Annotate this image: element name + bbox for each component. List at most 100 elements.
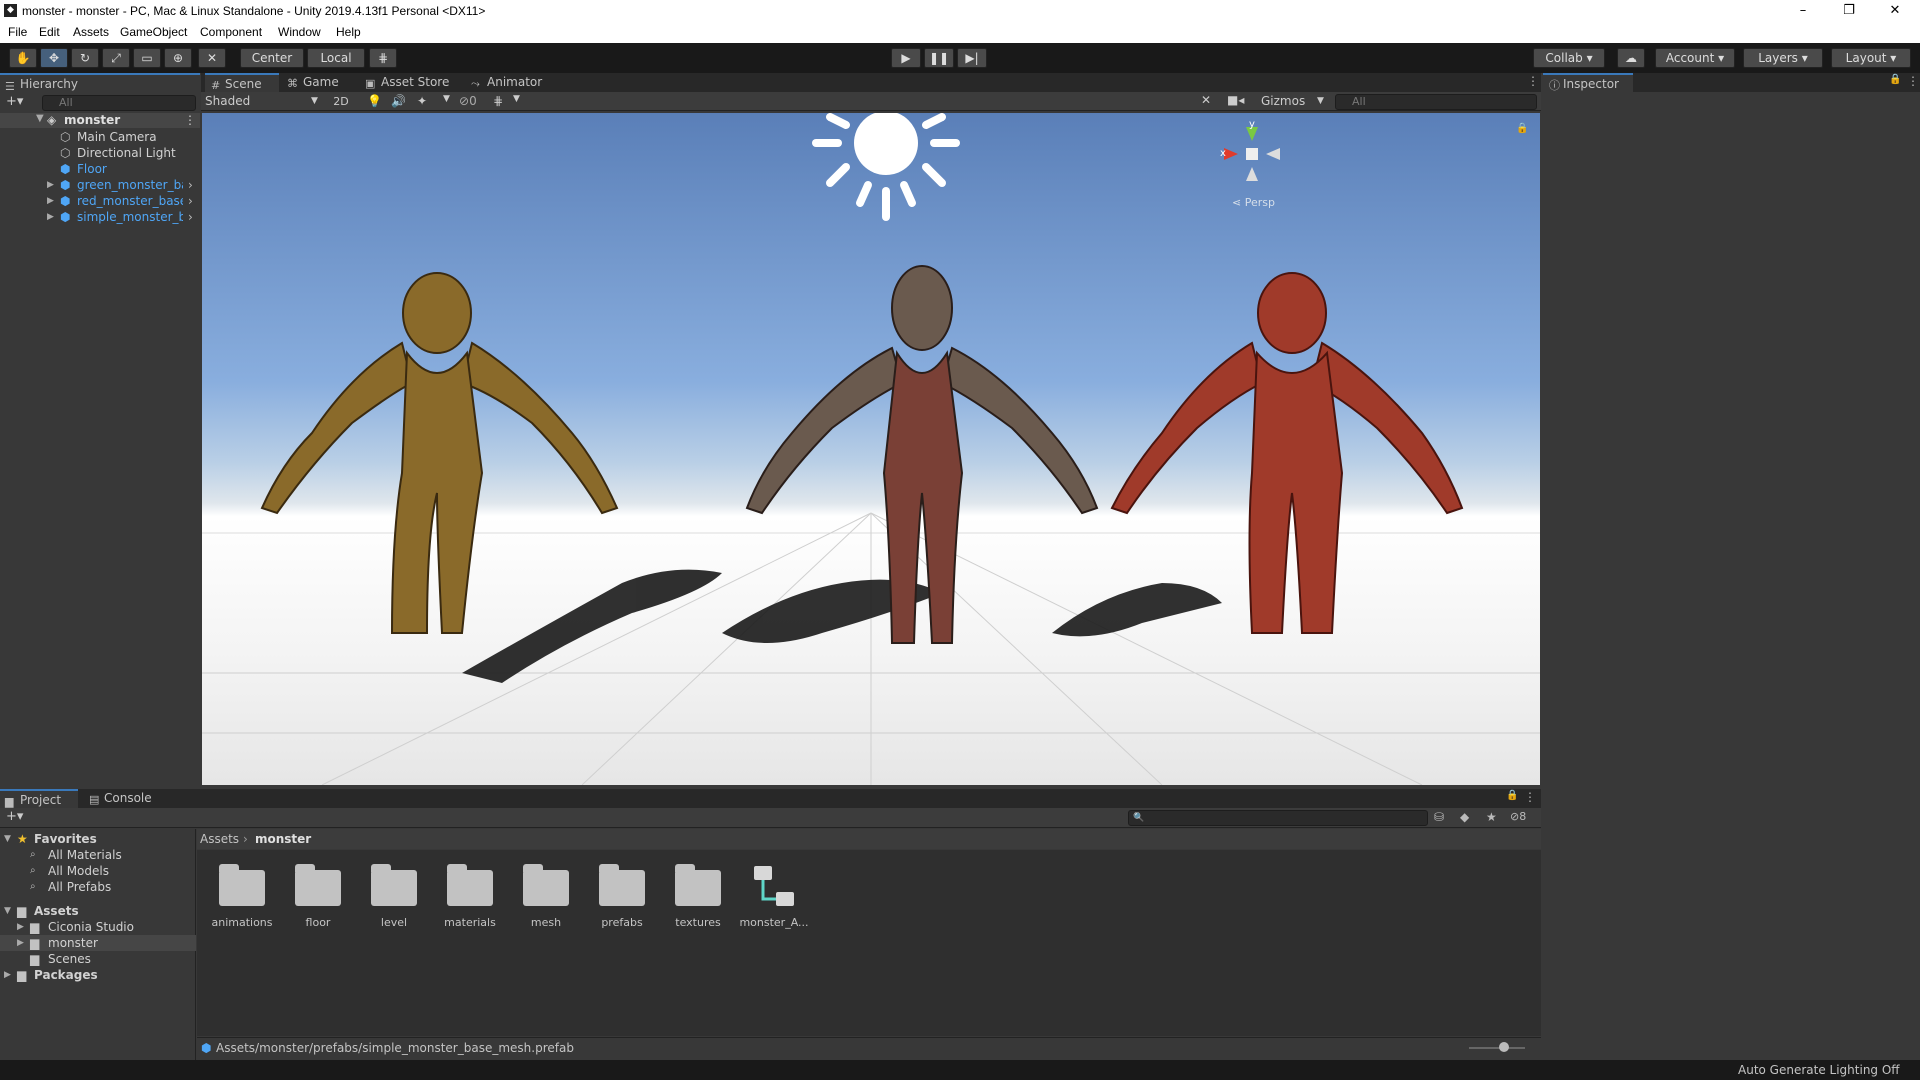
hierarchy-item[interactable]: ▶ ⬢ simple_monster_ba › (0, 209, 200, 225)
cloud-icon[interactable]: ☁ (1617, 48, 1645, 68)
tab-project[interactable]: ▆ Project (0, 789, 78, 808)
collab-dropdown[interactable]: Collab ▾ (1533, 48, 1605, 68)
tree-favorites[interactable]: ▼ ★ Favorites (0, 831, 196, 847)
pause-button[interactable]: ❚❚ (924, 48, 954, 68)
grid-snap-icon[interactable]: ⋕ (369, 48, 397, 68)
folder-prefabs[interactable]: prefabs (592, 860, 652, 929)
tab-inspector[interactable]: ⓘ Inspector (1543, 73, 1633, 92)
hidden-packages-icon[interactable]: ⊘8 (1510, 810, 1526, 823)
icon-size-slider[interactable] (1469, 1047, 1525, 1049)
tree-item[interactable]: ▆ Scenes (0, 951, 196, 967)
hidden-objects-icon[interactable]: ⊘0 (459, 94, 477, 108)
breadcrumb-assets[interactable]: Assets (200, 832, 239, 846)
minimize-button[interactable]: – (1780, 0, 1826, 22)
folder-level[interactable]: level (364, 860, 424, 929)
audio-toggle-icon[interactable]: 🔊 (391, 94, 406, 108)
menu-component[interactable]: Component (200, 25, 262, 39)
expand-arrow-icon[interactable]: ▶ (47, 177, 54, 193)
hierarchy-item[interactable]: ⬢ Floor (0, 161, 200, 177)
hierarchy-search-input[interactable]: All (42, 95, 196, 111)
lock-icon[interactable]: 🔒 (1889, 74, 1901, 85)
transform-tool-icon[interactable]: ⊕ (164, 48, 192, 68)
rotate-tool-icon[interactable]: ↻ (71, 48, 99, 68)
gizmos-dropdown[interactable]: Gizmos ▼ (1261, 93, 1327, 110)
folder-floor[interactable]: floor (288, 860, 348, 929)
scene-viewport[interactable]: x y ⋖ Persp 🔒 (202, 113, 1540, 785)
restore-button[interactable]: ❐ (1826, 0, 1872, 22)
shading-mode-dropdown[interactable]: Shaded ▼ (205, 93, 321, 110)
lock-icon[interactable]: 🔒 (1506, 790, 1518, 801)
2d-toggle-button[interactable]: 2D (327, 93, 355, 110)
hierarchy-item[interactable]: ⬡ Main Camera (0, 129, 200, 145)
asset-animator-controller[interactable]: monster_A... (739, 860, 809, 929)
menu-gameobject[interactable]: GameObject (120, 25, 187, 39)
step-button[interactable]: ▶| (957, 48, 987, 68)
chevron-right-icon[interactable]: › (188, 209, 193, 225)
tree-item[interactable]: ▶ ▆ Ciconia Studio (0, 919, 196, 935)
pivot-center-button[interactable]: Center (240, 48, 304, 68)
scene-row[interactable]: ▼ ◈ monster ⋮ (0, 113, 200, 128)
scene-search-input[interactable]: All (1335, 94, 1537, 110)
tab-console[interactable]: ▤ Console (84, 789, 164, 808)
tree-item-selected[interactable]: ▶ ▆ monster (0, 935, 196, 951)
tree-item[interactable]: ⌕ All Prefabs (0, 879, 196, 895)
chevron-down-icon[interactable]: ▼ (443, 94, 450, 104)
menu-help[interactable]: Help (336, 25, 361, 39)
project-search-input[interactable]: 🔍 (1128, 810, 1428, 826)
breadcrumb-monster[interactable]: monster (255, 832, 311, 846)
menu-assets[interactable]: Assets (73, 25, 109, 39)
chevron-right-icon[interactable]: › (188, 193, 193, 209)
play-button[interactable]: ▶ (891, 48, 921, 68)
hierarchy-item[interactable]: ⬡ Directional Light (0, 145, 200, 161)
expand-arrow-icon[interactable]: ▶ (47, 193, 54, 209)
account-dropdown[interactable]: Account ▾ (1655, 48, 1735, 68)
menu-edit[interactable]: Edit (39, 25, 60, 39)
move-tool-icon[interactable]: ✥ (40, 48, 68, 68)
custom-tool-icon[interactable]: ✕ (198, 48, 226, 68)
chevron-down-icon[interactable]: ▼ (513, 94, 520, 104)
lighting-toggle-icon[interactable]: 💡 (367, 94, 382, 108)
folder-materials[interactable]: materials (440, 860, 500, 929)
rect-tool-icon[interactable]: ▭ (133, 48, 161, 68)
projection-label[interactable]: ⋖ Persp (1232, 196, 1275, 209)
filter-type-icon[interactable]: ⛁ (1434, 810, 1444, 824)
create-asset-button[interactable]: +▾ (6, 809, 23, 824)
tab-game[interactable]: ⌘ Game (283, 73, 353, 92)
hand-tool-icon[interactable]: ✋ (9, 48, 37, 68)
folder-textures[interactable]: textures (668, 860, 728, 929)
lighting-status[interactable]: Auto Generate Lighting Off (1738, 1063, 1900, 1077)
kebab-menu-icon[interactable]: ⋮ (184, 113, 196, 127)
grid-toggle-icon[interactable]: ⋕ (493, 94, 503, 108)
kebab-menu-icon[interactable]: ⋮ (1524, 790, 1536, 804)
kebab-menu-icon[interactable]: ⋮ (1907, 74, 1919, 88)
add-object-button[interactable]: +▾ (6, 94, 23, 109)
layout-dropdown[interactable]: Layout ▾ (1831, 48, 1911, 68)
filter-label-icon[interactable]: ◆ (1460, 810, 1469, 824)
effects-toggle-icon[interactable]: ✦ (417, 94, 427, 108)
slider-thumb[interactable] (1499, 1042, 1509, 1052)
hierarchy-item[interactable]: ▶ ⬢ red_monster_base_ › (0, 193, 200, 209)
lock-icon[interactable]: 🔒 (1516, 123, 1528, 134)
folder-mesh[interactable]: mesh (516, 860, 576, 929)
scene-orientation-gizmo[interactable]: x y ⋖ Persp (1212, 119, 1292, 213)
folder-animations[interactable]: animations (211, 860, 273, 929)
menu-file[interactable]: File (8, 25, 27, 39)
layers-dropdown[interactable]: Layers ▾ (1743, 48, 1823, 68)
tree-assets[interactable]: ▼ ▆ Assets (0, 903, 196, 919)
scale-tool-icon[interactable]: ⤢ (102, 48, 130, 68)
camera-icon[interactable]: ■◂ (1227, 93, 1244, 107)
menu-window[interactable]: Window (278, 25, 321, 39)
chevron-right-icon[interactable]: › (188, 177, 193, 193)
tab-asset-store[interactable]: ▣ Asset Store (361, 73, 459, 92)
tree-item[interactable]: ⌕ All Models (0, 863, 196, 879)
pivot-local-button[interactable]: Local (307, 48, 365, 68)
tab-hierarchy[interactable]: ☰ Hierarchy (0, 73, 200, 93)
favorite-star-icon[interactable]: ★ (1486, 810, 1497, 824)
tools-icon[interactable]: ✕ (1201, 93, 1211, 107)
tree-packages[interactable]: ▶ ▆ Packages (0, 967, 196, 983)
hierarchy-item[interactable]: ▶ ⬢ green_monster_bas › (0, 177, 200, 193)
tree-item[interactable]: ⌕ All Materials (0, 847, 196, 863)
close-button[interactable]: ✕ (1872, 0, 1918, 22)
kebab-menu-icon[interactable]: ⋮ (1527, 74, 1539, 88)
tab-scene[interactable]: # Scene (205, 73, 279, 92)
